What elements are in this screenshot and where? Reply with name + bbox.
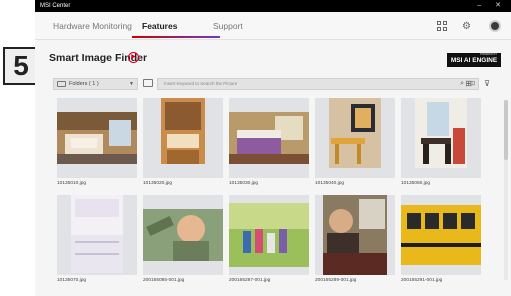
image-card[interactable]: 10135020.jpg [143, 98, 223, 186]
image-card[interactable]: 10135060.jpg [401, 98, 481, 186]
title-bar: MSI Center – ✕ [35, 0, 511, 12]
image-filename: 10135070.jpg [57, 278, 87, 283]
image-card[interactable]: 200165289-001.jpg [315, 195, 395, 283]
tab-features[interactable]: Features [142, 21, 177, 31]
image-card[interactable]: 10135030.jpg [229, 98, 309, 186]
active-tab-indicator [132, 36, 220, 38]
grid-icon[interactable] [437, 21, 448, 32]
msi-ai-engine-badge: POWERED BY MSI AI ENGINE [447, 53, 501, 67]
top-navigation: Hardware Monitoring Features Support ⚙ [35, 12, 511, 40]
image-filename: 10135010.jpg [57, 181, 87, 186]
image-thumbnail[interactable] [143, 195, 223, 275]
image-filename: 200165287-001.jpg [229, 278, 271, 283]
folders-label: Folders ( 1 ) [69, 81, 99, 87]
screen: 5 MSI Center – ✕ Hardware Monitoring Fea… [0, 0, 511, 296]
scrollbar-thumb[interactable] [504, 100, 508, 160]
image-thumbnail[interactable] [57, 98, 137, 178]
tab-support[interactable]: Support [213, 21, 243, 31]
search-icon[interactable]: ⌕ [460, 79, 464, 89]
image-filename: 10135020.jpg [143, 181, 173, 186]
image-card[interactable]: 200165287-001.jpg [229, 195, 309, 283]
image-thumbnail[interactable] [229, 195, 309, 275]
search-placeholder: Insert Keyword to Search the Picture [164, 81, 238, 86]
window-controls[interactable]: – ✕ [477, 0, 507, 12]
search-input[interactable]: Insert Keyword to Search the Picture ⌕ ⊡ [157, 78, 479, 90]
view-toggle-icons[interactable]: ⊞ ⊽ [465, 79, 495, 88]
image-card[interactable]: 10135040.jpg [315, 98, 395, 186]
gallery-scrollbar[interactable] [504, 100, 508, 280]
image-filename: 10135030.jpg [229, 181, 259, 186]
image-card[interactable]: 200165085-001.jpg [143, 195, 223, 283]
play-icon[interactable]: ▶ [128, 52, 139, 63]
image-thumbnail[interactable] [143, 98, 223, 178]
open-folder-icon[interactable] [143, 79, 153, 87]
image-thumbnail[interactable] [229, 98, 309, 178]
chevron-down-icon: ▼ [129, 81, 134, 87]
image-thumbnail[interactable] [315, 195, 395, 275]
image-card[interactable]: 10135070.jpg [57, 195, 137, 283]
image-thumbnail[interactable] [401, 195, 481, 275]
image-card[interactable]: 10135010.jpg [57, 98, 137, 186]
image-thumbnail[interactable] [57, 195, 137, 275]
image-filename: 200165289-001.jpg [315, 278, 357, 283]
finder-toolbar: Folders ( 1 ) ▼ Insert Keyword to Search… [47, 78, 499, 90]
image-filename: 200165291-001.jpg [401, 278, 443, 283]
folders-dropdown[interactable]: Folders ( 1 ) ▼ [53, 78, 138, 90]
image-card[interactable]: 200165291-001.jpg [401, 195, 481, 283]
image-thumbnail[interactable] [315, 98, 395, 178]
user-avatar[interactable] [489, 20, 501, 32]
image-thumbnail[interactable] [401, 98, 481, 178]
gear-icon[interactable]: ⚙ [461, 21, 472, 32]
step-number-badge: 5 [3, 47, 39, 85]
badge-caption: POWERED BY [479, 53, 497, 56]
image-filename: 200165085-001.jpg [143, 278, 185, 283]
window-title: MSI Center [40, 3, 71, 9]
tab-hardware-monitoring[interactable]: Hardware Monitoring [53, 21, 132, 31]
badge-label: MSI AI ENGINE [450, 57, 498, 64]
image-filename: 10135060.jpg [401, 181, 431, 186]
image-filename: 10135040.jpg [315, 181, 345, 186]
image-gallery: 10135010.jpg 10135020.jpg 10135030.jpg 1… [47, 96, 497, 296]
app-window: MSI Center – ✕ Hardware Monitoring Featu… [35, 0, 511, 296]
folder-icon [57, 81, 66, 87]
